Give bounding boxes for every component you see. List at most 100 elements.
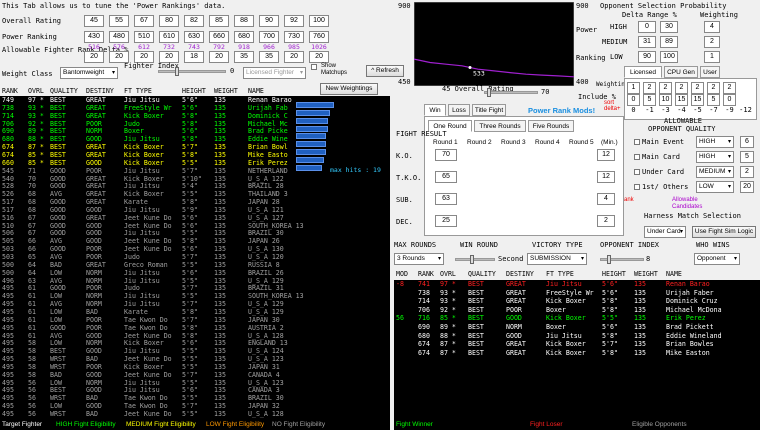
delta-input[interactable]: 35 [259,51,279,63]
matchup-row[interactable]: 738 93 * BEST GREAT FreeStyle Wr 5'6" 135 Urija… [394,289,760,298]
quality-count[interactable]: 5 [740,151,754,163]
fighter-index-slider[interactable] [158,67,226,76]
round-1-input[interactable]: 25 [435,215,457,227]
table-row[interactable]: 495 56 WRST BAD Jeet Kune Do 5'5" 135 U_S_A 128 [0,410,390,419]
weighting-value[interactable]: 15 [691,94,704,106]
weighting-value[interactable]: 5 [643,94,656,106]
victory-type-select[interactable]: SUBMISSION [527,253,587,265]
quality-select[interactable]: LOW [696,181,734,193]
matchup-row[interactable]: 56 716 85 * BEST GOOD Kick Boxer 5'5" 135 Erik P… [394,314,760,323]
delta-input[interactable]: 20 [284,51,304,63]
overall-rating-input[interactable]: 82 [184,15,204,27]
quality-checkbox[interactable] [634,169,640,175]
power-ranking-input[interactable]: 610 [159,31,179,43]
result-tab[interactable]: Loss [448,104,470,116]
weighting-value[interactable]: 2 [675,82,688,94]
matchup-row[interactable]: 690 89 * BEST NORM Boxer 5'6" 135 Brad Pickett [394,323,760,332]
weighting-value[interactable]: 10 [659,94,672,106]
round-1-input[interactable]: 70 [435,149,457,161]
licensed-fighter-select[interactable]: Licensed Fighter [243,67,306,79]
power-ranking-input[interactable]: 630 [184,31,204,43]
weighting-value[interactable]: 0 [723,94,736,106]
refresh-button[interactable]: ^ Refresh [366,65,404,77]
overall-rating-input[interactable]: 45 [84,15,104,27]
delta-input[interactable]: 20 [309,51,329,63]
matchup-row[interactable]: 706 92 * BEST POOR Boxer 5'8" 135 Michael McDon… [394,306,760,315]
delta-min-input[interactable]: 0 [638,21,656,33]
power-ranking-input[interactable]: 760 [309,31,329,43]
weighting-value[interactable]: 5 [707,94,720,106]
under-card-select[interactable]: Under Card [644,226,686,238]
matchup-row[interactable]: 674 87 * BEST GREAT Kick Boxer 5'8" 135 Mike Ea… [394,349,760,358]
checkbox-box[interactable] [311,64,317,70]
overall-rating-input[interactable]: 67 [134,15,154,27]
min-input[interactable]: 12 [597,149,615,161]
delta-input[interactable]: 20 [84,51,104,63]
power-ranking-input[interactable]: 510 [134,31,154,43]
show-matchups-checkbox[interactable] [311,64,317,72]
matchup-row[interactable]: -8 741 97 * BEST GREAT Jiu Jitsu 5'6" 135 Renan … [394,280,760,289]
power-rank-mods-link[interactable]: Power Rank Mods! [528,106,595,115]
slider-thumb[interactable] [175,67,179,76]
delta-input[interactable]: 35 [234,51,254,63]
use-fight-sim-button[interactable]: Use Fight Sim Logic [692,226,756,238]
quality-checkbox[interactable] [634,184,640,190]
weighting-tab[interactable]: CPU Gen [664,66,698,78]
overall-rating-input[interactable]: 90 [259,15,279,27]
weighting-value[interactable]: 2 [691,82,704,94]
opponent-index-slider[interactable] [600,255,644,264]
overall-rating-input[interactable]: 80 [159,15,179,27]
power-ranking-input[interactable]: 660 [209,31,229,43]
overall-rating-input[interactable]: 55 [109,15,129,27]
quality-checkbox[interactable] [634,139,640,145]
weighting-tab[interactable]: Licensed [624,66,662,78]
overall-rating-input[interactable]: 92 [284,15,304,27]
weighting-value[interactable]: 0 [627,94,640,106]
delta-max-input[interactable]: 89 [660,36,678,48]
power-ranking-input[interactable]: 700 [259,31,279,43]
fighter-table[interactable]: 749 97 * BEST GREAT Jiu Jitsu 5'6" 135 Renan Ba… [0,96,390,420]
weight-input[interactable]: 2 [704,36,720,48]
weight-class-select[interactable]: Bantomweight [60,67,118,79]
round-1-input[interactable]: 63 [435,193,457,205]
power-ranking-input[interactable]: 480 [109,31,129,43]
weighting-value[interactable]: 2 [723,82,736,94]
delta-min-input[interactable]: 90 [638,51,656,63]
new-weightings-button[interactable]: New Weightings [320,83,378,95]
delta-min-input[interactable]: 31 [638,36,656,48]
quality-select[interactable]: MEDIUM [696,166,734,178]
weight-input[interactable]: 4 [704,21,720,33]
quality-count[interactable]: 20 [740,181,754,193]
overall-slider[interactable] [484,88,538,97]
delta-input[interactable]: 18 [184,51,204,63]
delta-max-input[interactable]: 30 [660,21,678,33]
min-input[interactable]: 2 [597,215,615,227]
result-tab[interactable]: Win [424,104,446,116]
matchup-table[interactable]: -8 741 97 * BEST GREAT Jiu Jitsu 5'6" 135 Renan … [394,280,760,420]
quality-select[interactable]: HIGH [696,151,734,163]
overall-rating-input[interactable]: 100 [309,15,329,27]
power-curve-graph[interactable]: 533 [414,2,574,86]
overall-rating-input[interactable]: 88 [234,15,254,27]
win-round-slider[interactable] [455,255,495,264]
overall-rating-input[interactable]: 85 [209,15,229,27]
weight-input[interactable]: 1 [704,51,720,63]
power-ranking-input[interactable]: 430 [84,31,104,43]
weighting-value[interactable]: 2 [707,82,720,94]
quality-count[interactable]: 2 [740,166,754,178]
who-wins-select[interactable]: Opponent [694,253,740,265]
matchup-row[interactable]: 680 88 * BEST GOOD Jiu Jitsu 5'8" 135 Eddie Win… [394,332,760,341]
min-input[interactable]: 4 [597,193,615,205]
weighting-value[interactable]: 15 [675,94,688,106]
slider-thumb[interactable] [487,88,491,97]
matchup-row[interactable]: 674 87 * BEST GREAT Kick Boxer 5'7" 135 Brian B… [394,340,760,349]
quality-count[interactable]: 6 [740,136,754,148]
matchup-row[interactable]: 714 93 * BEST GREAT Kick Boxer 5'8" 135 Dominic… [394,297,760,306]
weighting-value[interactable]: 2 [659,82,672,94]
power-ranking-input[interactable]: 730 [284,31,304,43]
max-rounds-select[interactable]: 3 Rounds [394,253,444,265]
delta-input[interactable]: 20 [209,51,229,63]
slider-thumb[interactable] [607,255,611,264]
weighting-tab[interactable]: User [700,66,720,78]
quality-checkbox[interactable] [634,154,640,160]
